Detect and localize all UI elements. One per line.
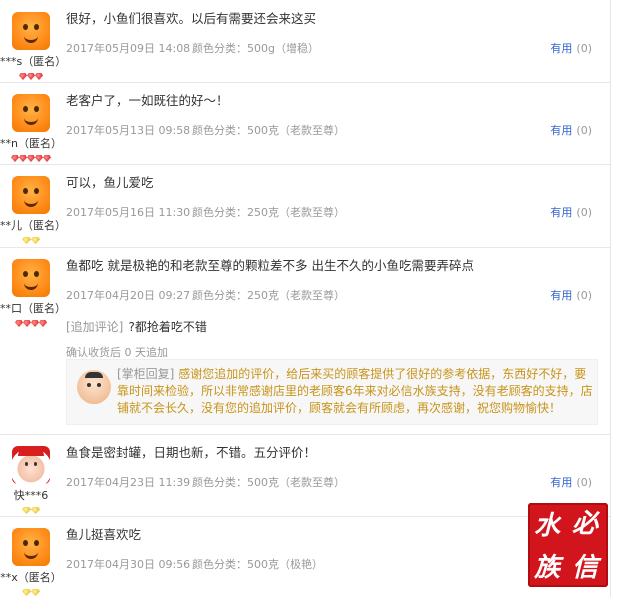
reputation-badge-icon [0, 152, 62, 162]
reviewer-info: 快***6 [0, 446, 62, 514]
review-item: ***s（匿名） 很好，小鱼们很喜欢。以后有需要还会来这买 2017年05月09… [0, 0, 610, 83]
review-item: **n（匿名） 老客户了，一如既往的好～！ 2017年05月13日 09:58 颜… [0, 82, 610, 165]
watermark-char: 水 [534, 511, 561, 541]
avatar [12, 94, 50, 132]
review-item: **儿（匿名） 可以，鱼儿爱吃 2017年05月16日 11:30 颜色分类：25… [0, 164, 610, 248]
reputation-badge-icon [0, 317, 62, 327]
review-text: 鱼食是密封罐，日期也新，不错。五分评价！ [66, 445, 317, 460]
review-text: 很好，小鱼们很喜欢。以后有需要还会来这买 [66, 11, 317, 26]
avatar [12, 12, 50, 50]
reputation-badge-icon [0, 70, 62, 80]
reputation-badge-icon [0, 504, 62, 514]
reviewer-name: 快***6 [13, 489, 49, 502]
append-review: [追加评论] ?都抢着吃不错 确认收货后 0 天追加 [66, 316, 596, 360]
review-text: 鱼儿挺喜欢吃 [66, 527, 142, 542]
reviewer-info: ***s（匿名） [0, 12, 67, 80]
review-content: 鱼都吃 就是极艳的和老款至尊的颗粒差不多 出生不久的小鱼吃需要弄碎点 2017年… [66, 257, 596, 303]
reviewer-name: **口（匿名） [0, 302, 66, 315]
reviewer-name: **儿（匿名） [0, 219, 66, 232]
useful-button[interactable]: 有用 (0) [550, 122, 592, 138]
review-text: 可以，鱼儿爱吃 [66, 175, 154, 190]
review-text: 鱼都吃 就是极艳的和老款至尊的颗粒差不多 出生不久的小鱼吃需要弄碎点 [66, 258, 474, 273]
useful-count: (0) [576, 206, 592, 219]
seller-avatar [77, 370, 111, 404]
reviewer-name: **x（匿名） [0, 571, 62, 584]
review-meta: 2017年05月16日 11:30 颜色分类：250克（老款至尊） 有用 (0) [66, 204, 596, 220]
avatar [12, 176, 50, 214]
avatar [12, 446, 50, 484]
review-item: **x（匿名） 鱼儿挺喜欢吃 2017年04月30日 09:56 颜色分类：500… [0, 516, 610, 597]
reviewer-name: **n（匿名） [0, 137, 62, 150]
useful-button[interactable]: 有用 (0) [550, 474, 592, 490]
review-item: **口（匿名） 鱼都吃 就是极艳的和老款至尊的颗粒差不多 出生不久的小鱼吃需要弄… [0, 247, 610, 435]
useful-button[interactable]: 有用 (0) [550, 287, 592, 303]
useful-label[interactable]: 有用 [550, 206, 572, 219]
avatar [12, 528, 50, 566]
review-meta: 2017年04月20日 09:27 颜色分类：250克（老款至尊） 有用 (0) [66, 287, 596, 303]
useful-count: (0) [576, 476, 592, 489]
review-meta: 2017年04月30日 09:56 颜色分类：500克（极艳） [66, 556, 596, 572]
watermark-char: 信 [572, 553, 599, 583]
review-meta: 2017年05月09日 14:08 颜色分类：500g（增稳） 有用 (0) [66, 40, 596, 56]
useful-count: (0) [576, 42, 592, 55]
review-sku: 颜色分类：250克（老款至尊） [192, 289, 345, 302]
review-sku: 颜色分类：500g（增稳） [192, 42, 319, 55]
review-text: 老客户了，一如既往的好～！ [66, 93, 229, 108]
useful-count: (0) [576, 289, 592, 302]
review-meta: 2017年04月23日 11:39 颜色分类：500克（老款至尊） 有用 (0) [66, 474, 596, 490]
reputation-badge-icon [0, 234, 62, 244]
reviewer-name: ***s（匿名） [0, 55, 67, 68]
append-text: ?都抢着吃不错 [128, 320, 207, 334]
reputation-badge-icon [0, 586, 62, 596]
watermark-char: 必 [572, 509, 599, 539]
reviewer-info: **口（匿名） [0, 259, 66, 327]
review-date: 2017年05月13日 09:58 [66, 124, 191, 137]
append-days: 确认收货后 0 天追加 [66, 346, 168, 359]
seller-reply: [掌柜回复] 感谢您追加的评价，给后来买的顾客提供了很好的参考依据，东西好不好，… [66, 359, 598, 425]
review-date: 2017年04月20日 09:27 [66, 289, 191, 302]
useful-label[interactable]: 有用 [550, 476, 572, 489]
reply-tag: [掌柜回复] [117, 367, 175, 381]
review-meta: 2017年05月13日 09:58 颜色分类：500克（老款至尊） 有用 (0) [66, 122, 596, 138]
review-sku: 颜色分类：500克（老款至尊） [192, 124, 345, 137]
review-date: 2017年04月23日 11:39 [66, 476, 191, 489]
review-date: 2017年05月09日 14:08 [66, 42, 191, 55]
useful-count: (0) [576, 124, 592, 137]
reviewer-info: **x（匿名） [0, 528, 62, 596]
review-item: 快***6 鱼食是密封罐，日期也新，不错。五分评价！ 2017年04月23日 1… [0, 434, 610, 517]
reviewer-info: **儿（匿名） [0, 176, 66, 244]
reviewer-info: **n（匿名） [0, 94, 62, 162]
reply-content: [掌柜回复] 感谢您追加的评价，给后来买的顾客提供了很好的参考依据，东西好不好，… [117, 366, 595, 417]
review-sku: 颜色分类：500克（老款至尊） [192, 476, 345, 489]
review-content: 可以，鱼儿爱吃 2017年05月16日 11:30 颜色分类：250克（老款至尊）… [66, 174, 596, 220]
useful-label[interactable]: 有用 [550, 124, 572, 137]
review-content: 鱼儿挺喜欢吃 2017年04月30日 09:56 颜色分类：500克（极艳） [66, 526, 596, 572]
reply-text: 感谢您追加的评价，给后来买的顾客提供了很好的参考依据，东西好不好，要靠时间来检验… [117, 367, 593, 415]
useful-label[interactable]: 有用 [550, 42, 572, 55]
review-content: 老客户了，一如既往的好～！ 2017年05月13日 09:58 颜色分类：500克… [66, 92, 596, 138]
append-tag: [追加评论] [66, 320, 124, 334]
review-content: 很好，小鱼们很喜欢。以后有需要还会来这买 2017年05月09日 14:08 颜色… [66, 10, 596, 56]
review-date: 2017年05月16日 11:30 [66, 206, 191, 219]
useful-label[interactable]: 有用 [550, 289, 572, 302]
avatar [12, 259, 50, 297]
review-sku: 颜色分类：500克（极艳） [192, 558, 323, 571]
review-content: 鱼食是密封罐，日期也新，不错。五分评价！ 2017年04月23日 11:39 颜色… [66, 444, 596, 490]
watermark-char: 族 [534, 553, 561, 583]
useful-button[interactable]: 有用 (0) [550, 40, 592, 56]
review-sku: 颜色分类：250克（老款至尊） [192, 206, 345, 219]
review-date: 2017年04月30日 09:56 [66, 558, 191, 571]
useful-button[interactable]: 有用 (0) [550, 204, 592, 220]
right-border [610, 0, 611, 597]
watermark-stamp: 水 必 族 信 [528, 503, 608, 587]
